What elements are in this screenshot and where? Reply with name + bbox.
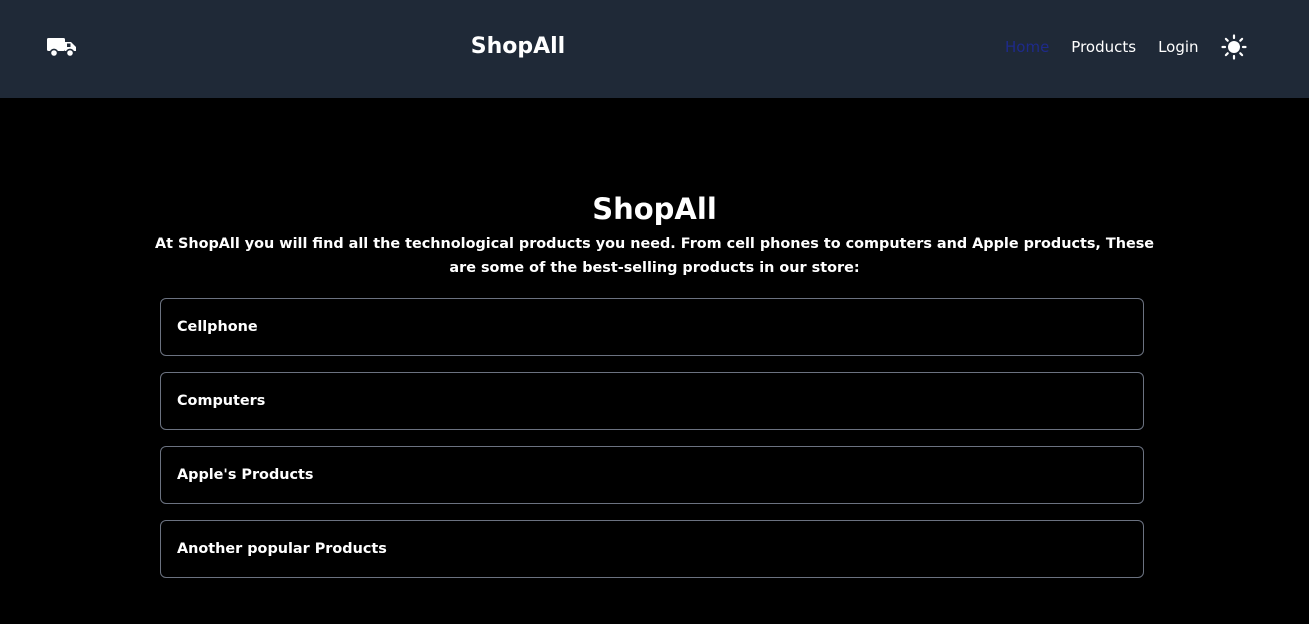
nav-link-products[interactable]: Products	[1071, 36, 1136, 58]
accordion-item-computers[interactable]: Computers	[160, 372, 1144, 430]
category-accordion: Cellphone Computers Apple's Products Ano…	[160, 298, 1144, 594]
accordion-item-popular-products[interactable]: Another popular Products	[160, 520, 1144, 578]
nav-link-home[interactable]: Home	[1005, 36, 1049, 58]
sun-icon[interactable]	[1220, 34, 1247, 60]
accordion-item-apple-products[interactable]: Apple's Products	[160, 446, 1144, 504]
accordion-item-cellphone[interactable]: Cellphone	[160, 298, 1144, 356]
hero-section: ShopAll At ShopAll you will find all the…	[0, 190, 1309, 280]
page-title: ShopAll	[592, 192, 717, 226]
navbar: ShopAll Home Products Login	[0, 0, 1309, 98]
navbar-brand[interactable]: ShopAll	[0, 33, 1036, 61]
nav-link-login[interactable]: Login	[1158, 36, 1198, 58]
navbar-links: Home Products Login	[1005, 34, 1247, 60]
hero-description: At ShopAll you will find all the technol…	[154, 236, 1155, 276]
